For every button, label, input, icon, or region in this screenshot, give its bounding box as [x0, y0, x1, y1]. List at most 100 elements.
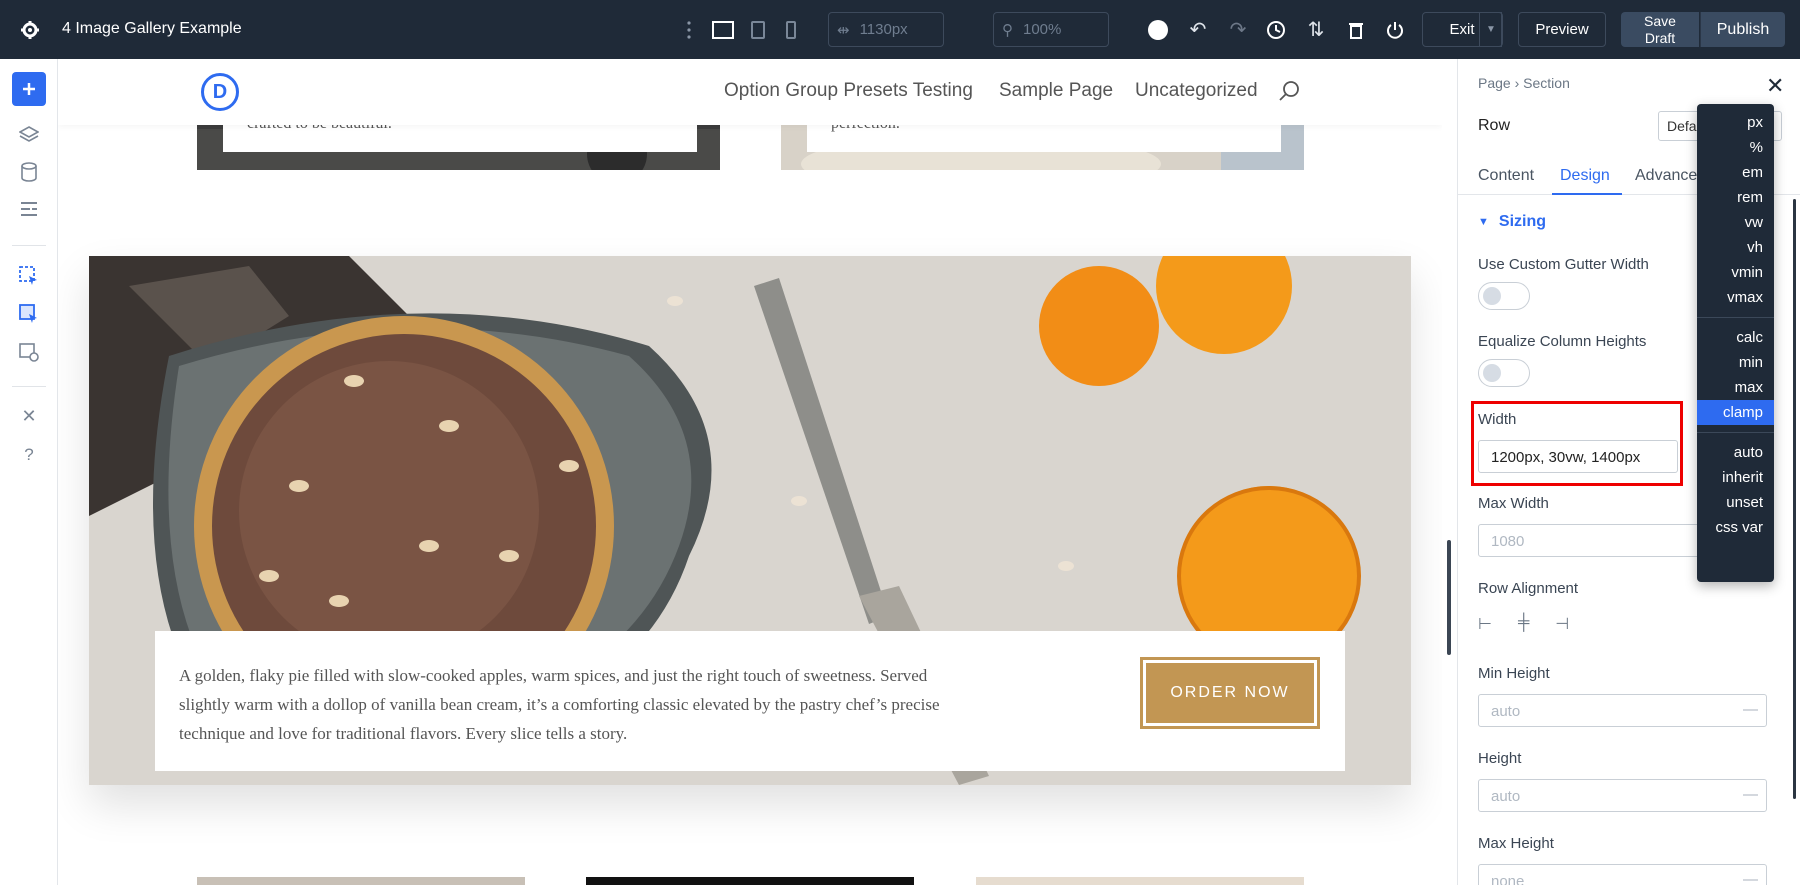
align-right-icon[interactable]: ⊣ — [1555, 614, 1569, 634]
unit-option[interactable]: vw — [1697, 210, 1774, 235]
add-module-plus-icon[interactable] — [12, 72, 46, 106]
width-label: Width — [1478, 411, 1517, 428]
minus-icon: — — [1743, 786, 1758, 803]
unit-option-selected[interactable]: clamp — [1697, 400, 1774, 425]
unit-option[interactable]: % — [1697, 135, 1774, 160]
tab-design[interactable]: Design — [1560, 167, 1610, 185]
sidebar-divider — [12, 386, 46, 387]
unit-option[interactable]: vmin — [1697, 260, 1774, 285]
tab-advanced[interactable]: Advanced — [1635, 167, 1706, 185]
max-height-input[interactable]: none — — [1478, 864, 1767, 885]
order-now-button[interactable]: ORDER NOW — [1140, 657, 1320, 729]
min-height-input[interactable]: auto — — [1478, 694, 1767, 727]
zoom-field[interactable]: ⚲ 100% — [993, 12, 1109, 47]
multi-select-icon[interactable] — [12, 297, 46, 331]
unit-option[interactable]: vh — [1697, 235, 1774, 260]
gallery-thumb[interactable] — [976, 877, 1304, 885]
hero-caption-box: A golden, flaky pie filled with slow-coo… — [155, 631, 1345, 771]
align-center-icon[interactable]: ╪ — [1518, 614, 1529, 634]
unit-option[interactable]: calc — [1697, 325, 1774, 350]
site-logo[interactable]: D — [201, 73, 239, 111]
unit-option[interactable]: unset — [1697, 490, 1774, 515]
canvas-width-field[interactable]: ⇹ 1130px — [828, 12, 944, 47]
unit-option[interactable]: vmax — [1697, 285, 1774, 310]
exit-dropdown-chevron-icon[interactable]: ▼ — [1479, 12, 1503, 47]
trash-icon[interactable] — [1344, 0, 1368, 59]
help-question-icon[interactable]: ? — [12, 438, 46, 472]
breadcrumb-section[interactable]: Section — [1523, 75, 1570, 91]
sidebar-divider — [12, 245, 46, 246]
unit-option[interactable]: css var — [1697, 515, 1774, 540]
breadcrumb-chevron-icon: › — [1514, 75, 1524, 91]
align-left-icon[interactable]: ⊢ — [1478, 614, 1492, 634]
width-arrows-icon: ⇹ — [837, 21, 850, 39]
layers-icon[interactable] — [12, 117, 46, 151]
panel-scrollbar[interactable] — [1793, 199, 1796, 799]
gallery-thumb[interactable] — [197, 877, 525, 885]
undo-icon[interactable]: ↶ — [1186, 0, 1210, 59]
tab-content[interactable]: Content — [1478, 167, 1534, 185]
gallery-thumb[interactable] — [586, 877, 914, 885]
hero-image-card[interactable]: A golden, flaky pie filled with slow-coo… — [89, 256, 1411, 785]
minus-icon: — — [1743, 871, 1758, 885]
unit-option[interactable]: em — [1697, 160, 1774, 185]
hero-description: A golden, flaky pie filled with slow-coo… — [179, 666, 940, 743]
nav-link-option-group-presets-testing[interactable]: Option Group Presets Testing — [724, 80, 973, 102]
unit-option[interactable]: max — [1697, 375, 1774, 400]
settings-gear-icon[interactable] — [18, 0, 42, 59]
site-header: D Option Group Presets Testing Sample Pa… — [58, 59, 1442, 125]
top-toolbar: 4 Image Gallery Example ⇹ 1130px ⚲ 100% … — [0, 0, 1800, 59]
toggle-knob — [1483, 287, 1501, 305]
drag-handle-icon[interactable] — [684, 0, 694, 59]
preview-button[interactable]: Preview — [1518, 12, 1606, 47]
minus-icon: — — [1743, 701, 1758, 718]
order-now-label: ORDER NOW — [1146, 663, 1314, 723]
menu-divider — [1697, 432, 1774, 433]
layout-rows-icon[interactable] — [12, 192, 46, 226]
redo-icon[interactable]: ↷ — [1226, 0, 1250, 59]
equalize-heights-label: Equalize Column Heights — [1478, 333, 1647, 350]
page-title: 4 Image Gallery Example — [62, 20, 242, 37]
canvas-scrollbar[interactable] — [1447, 540, 1451, 655]
unit-option[interactable]: rem — [1697, 185, 1774, 210]
width-input[interactable]: 1200px, 30vw, 1400px — [1478, 440, 1678, 473]
page-settings-icon[interactable] — [12, 335, 46, 369]
save-draft-button[interactable]: Save Draft — [1621, 12, 1699, 47]
nav-link-uncategorized[interactable]: Uncategorized — [1135, 80, 1258, 102]
row-alignment-options: ⊢ ╪ ⊣ — [1478, 614, 1569, 634]
desktop-view-icon[interactable] — [711, 0, 735, 59]
select-element-icon[interactable] — [12, 259, 46, 293]
toggle-knob — [1483, 364, 1501, 382]
row-alignment-label: Row Alignment — [1478, 580, 1579, 597]
phone-view-icon[interactable] — [782, 0, 800, 59]
close-icon[interactable]: ✕ — [1766, 73, 1784, 99]
custom-gutter-label: Use Custom Gutter Width — [1478, 256, 1649, 273]
sort-arrows-icon[interactable]: ⇅ — [1304, 0, 1328, 59]
equalize-heights-toggle[interactable] — [1478, 359, 1530, 387]
unit-option[interactable]: px — [1697, 110, 1774, 135]
nav-link-sample-page[interactable]: Sample Page — [999, 80, 1113, 102]
breadcrumb: Page › Section — [1478, 75, 1570, 91]
search-icon[interactable] — [1278, 80, 1300, 107]
unit-option[interactable]: auto — [1697, 440, 1774, 465]
height-label: Height — [1478, 750, 1522, 767]
tablet-view-icon[interactable] — [748, 0, 768, 59]
sizing-group-header[interactable]: ▼ Sizing — [1478, 213, 1546, 231]
power-icon[interactable] — [1383, 0, 1407, 59]
breadcrumb-page[interactable]: Page — [1478, 75, 1511, 91]
unit-option[interactable]: inherit — [1697, 465, 1774, 490]
left-sidebar: ✕ ? — [0, 59, 58, 885]
publish-button[interactable]: Publish — [1700, 12, 1785, 47]
theme-toggle-icon[interactable] — [1146, 0, 1170, 59]
history-icon[interactable] — [1264, 0, 1288, 59]
builder-canvas: crafted to be beautiful. perfection. D O… — [58, 59, 1442, 885]
caret-down-icon: ▼ — [1478, 216, 1489, 228]
panel-title: Row — [1478, 117, 1511, 134]
custom-gutter-toggle[interactable] — [1478, 282, 1530, 310]
height-input[interactable]: auto — — [1478, 779, 1767, 812]
menu-divider — [1697, 317, 1774, 318]
tools-icon[interactable]: ✕ — [12, 399, 46, 433]
min-height-label: Min Height — [1478, 665, 1550, 682]
database-icon[interactable] — [12, 155, 46, 189]
unit-option[interactable]: min — [1697, 350, 1774, 375]
